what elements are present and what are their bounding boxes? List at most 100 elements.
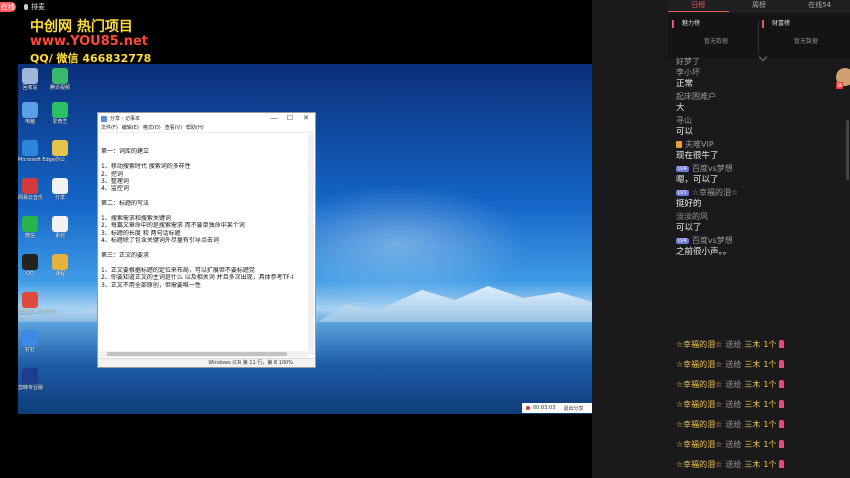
tab-weekly[interactable]: 周榜 [729,0,790,12]
chat-username[interactable]: LV4 百度vs梦想 [676,163,846,174]
gift-target: 三木 [744,440,761,449]
menu-view[interactable]: 查看(V) [165,124,182,132]
menu-format[interactable]: 格式(O) [143,124,161,132]
notepad-text-area[interactable]: 第一：词库的建立 1、移动搜索时代 搜索词的多样性 2、挖词 3、整理词 4、监控词 第二… [101,141,306,341]
flower-gift-icon [779,360,785,368]
exit-share-button[interactable]: 退出分享 [563,405,583,412]
chat-username[interactable]: 淡淡的风 [676,211,846,222]
notepad-line [101,156,306,163]
chat-username[interactable]: 好梦了 [676,56,846,67]
chat-messages: 好梦了 李小坏 正常 起床困难户大寻山 可以 夫唯VIP 现在很牛了 LV4 百度vs梦想 嗯，可… [676,57,846,259]
chat-username[interactable]: LV4 百度vs梦想 [676,235,846,246]
gift-sender[interactable]: ☆幸福的泪☆ [676,360,722,369]
notepad-statusbar: Windows (CR 第 11 行，第 8 100% [98,358,315,367]
notepad-line [101,193,306,200]
chat-message-text: 挺好的 [676,199,702,209]
chat-scrollbar[interactable] [846,120,849,180]
desktop-icon[interactable]: 回收站 [18,68,42,91]
desktop-icon-label: QQ [26,271,34,277]
chat-username-text: 李小坏 [676,68,700,77]
wealth-rank: 财富榜 暂无数据 [762,20,850,56]
app-icon [22,254,38,270]
gift-verb: 送给 [725,420,742,429]
chat-username[interactable]: 起床困难户 [676,91,846,102]
desktop-icon[interactable]: 分享 [48,178,72,201]
gift-sender[interactable]: ☆幸福的泪☆ [676,380,722,389]
chat-username[interactable]: LV1 ☆幸福的泪☆ [676,187,846,198]
desktop-icon[interactable]: 钉钉 [18,330,42,353]
screen: 在线 排麦 中创网 热门项目 www.YOU85.net QQ/ 微信 4668… [0,0,850,478]
desktop-icon[interactable]: 课程 [48,254,72,277]
desktop-icon[interactable]: QQ [18,254,42,277]
gift-sender[interactable]: ☆幸福的泪☆ [676,440,722,449]
gift-message: ☆幸福的泪☆送给三木1个 [676,395,848,415]
notepad-line: 3、整理词 [101,178,129,185]
level-badge: LV4 [676,166,689,172]
close-button[interactable]: ✕ [299,113,313,124]
tab-online[interactable]: 在线54 [789,0,850,12]
gift-sender[interactable]: ☆幸福的泪☆ [676,340,722,349]
scrollbar-thumb[interactable] [107,352,287,356]
notepad-line: 第二：标题的写法 [101,200,150,208]
desktop-icon[interactable]: 办公 [48,140,72,163]
gift-verb: 送给 [725,380,742,389]
minimize-button[interactable]: — [267,113,281,124]
app-icon [22,102,38,118]
horizontal-scrollbar[interactable] [99,351,308,357]
desktop-icon[interactable]: 爱奇艺 [48,102,72,125]
mic-queue-button[interactable]: 排麦 [24,2,45,12]
gift-sender[interactable]: ☆幸福的泪☆ [676,420,722,429]
gift-count: 1个 [763,440,777,449]
chat-username[interactable]: 李小坏 [676,67,846,78]
flower-gift-icon [779,460,785,468]
notepad-line: 3、标题的长度 和 两句话标题 [101,229,181,237]
notepad-window[interactable]: 分享 - 记事本 — ☐ ✕ 文件(F) 编辑(E) 格式(O) 查看(V) 帮… [97,112,316,368]
desktop-icon[interactable]: 电脑 [18,102,42,125]
menu-file[interactable]: 文件(F) [101,124,118,132]
notepad-line: 1、搜索需求和搜索关键词 [101,215,171,222]
app-icon [52,254,68,270]
desktop-icon[interactable]: 素材 [48,216,72,239]
notepad-line: 2、挖词 [101,170,123,178]
tab-daily[interactable]: 日榜 [668,0,729,12]
flower-gift-icon [779,420,785,428]
app-icon [22,178,38,194]
desktop-icon[interactable]: 微信 [18,216,42,239]
chat-username-text: ☆幸福的泪☆ [691,188,739,197]
desktop-icon[interactable]: Microsoft Edge [18,140,55,163]
gift-target: 三木 [744,420,761,429]
gift-verb: 送给 [725,400,742,409]
chat-username[interactable]: 寻山 [676,115,846,126]
chat-username-text: 百度vs梦想 [691,164,733,173]
gift-target: 三木 [744,340,761,349]
notepad-icon [101,115,107,122]
mic-queue-label: 排麦 [31,3,45,11]
notepad-line: 第一：词库的建立 [101,148,150,156]
menu-edit[interactable]: 编辑(E) [122,124,139,132]
desktop-icon-label: 网易云音乐 [18,195,44,201]
desktop-icon[interactable]: 腾讯视频 [48,68,72,91]
gift-message: ☆幸福的泪☆送给三木1个 [676,455,848,475]
chat-message-text: 大 [676,103,685,113]
floating-avatar[interactable]: 抽 [836,68,850,89]
vertical-scrollbar[interactable] [308,134,314,354]
watermark-line1: 中创网 热门项目 [30,19,133,35]
maximize-button[interactable]: ☐ [283,113,297,124]
gift-sender[interactable]: ☆幸福的泪☆ [676,400,722,409]
desktop-icon[interactable]: 剪映专业版 [18,368,43,391]
notepad-menubar: 文件(F) 编辑(E) 格式(O) 查看(V) 帮助(H) [98,124,315,133]
desktop-icon[interactable]: 网易云音乐 [18,178,44,201]
gift-count: 1个 [763,460,777,469]
gift-sender[interactable]: ☆幸福的泪☆ [676,460,722,469]
level-badge: LV1 [676,190,689,196]
notepad-line [101,141,306,148]
desktop-icon-label: 素材 [54,233,65,239]
menu-help[interactable]: 帮助(H) [186,124,204,132]
desktop-icon-label: Google Chrome [18,309,57,315]
desktop-icon-label: 分享 [54,195,65,201]
gift-count: 1个 [763,360,777,369]
chat-username[interactable]: 夫唯VIP [676,139,846,150]
float-tag: 抽 [836,82,844,89]
desktop-icon[interactable]: Google Chrome [18,292,57,315]
app-icon [52,216,68,232]
